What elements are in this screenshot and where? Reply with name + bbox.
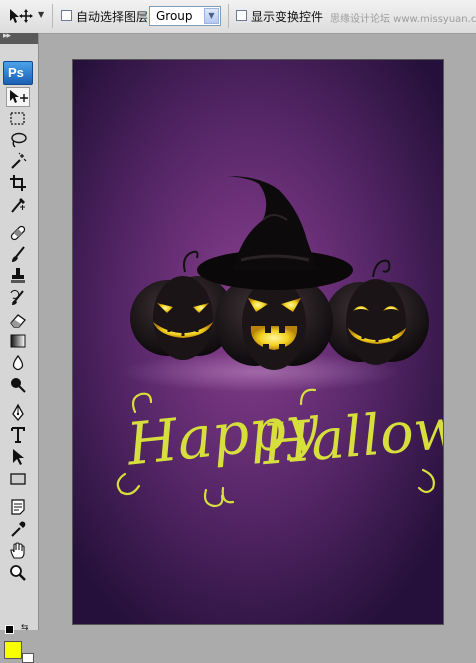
divider [52, 4, 53, 28]
gradient-tool[interactable] [8, 331, 28, 351]
magic-wand-icon [11, 152, 27, 169]
foreground-color-swatch[interactable] [4, 641, 22, 659]
photoshop-logo[interactable]: Ps [3, 61, 33, 85]
eraser-icon [10, 314, 26, 328]
toolbox-header[interactable]: ▸▸ [0, 31, 38, 44]
hand-tool-icon [10, 542, 25, 559]
eyedropper-slice-icon [11, 198, 25, 213]
history-brush-tool[interactable] [8, 288, 28, 308]
watermark-text: 思缘设计论坛 www.missyuan.com [330, 14, 476, 25]
pen-tool-icon [12, 403, 24, 422]
eraser-tool[interactable] [8, 310, 28, 330]
rectangle-tool[interactable] [8, 469, 28, 489]
blur-tool-icon [12, 354, 24, 371]
zoom-tool[interactable] [8, 563, 28, 583]
document-canvas[interactable]: Happy Halloween [73, 60, 443, 624]
divider [228, 4, 229, 28]
type-tool-icon [11, 427, 25, 443]
notes-tool-icon [11, 499, 25, 515]
brush-tool-icon [12, 246, 25, 262]
marquee-tool[interactable] [8, 109, 28, 129]
slice-tool[interactable] [8, 195, 28, 215]
lasso-tool-icon [11, 132, 27, 148]
history-brush-icon [10, 289, 24, 305]
blur-tool[interactable] [8, 353, 28, 373]
auto-select-checkbox[interactable] [61, 10, 72, 21]
dodge-tool[interactable] [8, 375, 28, 395]
swap-colors-icon[interactable]: ⇆ [21, 623, 29, 633]
tool-preset-picker[interactable]: ▼ [4, 6, 46, 26]
lasso-tool[interactable] [8, 130, 28, 150]
auto-select-label: 自动选择图层 [76, 10, 149, 24]
hand-tool[interactable] [8, 541, 28, 561]
show-transform-checkbox[interactable] [236, 10, 247, 21]
zoom-tool-icon [10, 565, 26, 581]
healing-brush-tool[interactable] [8, 223, 28, 243]
crop-tool-icon [10, 175, 26, 191]
clone-stamp-tool[interactable] [8, 266, 28, 286]
halloween-artwork: Happy Halloween [73, 60, 443, 624]
chevron-down-icon: ▼ [38, 10, 45, 19]
marquee-tool-icon [10, 112, 25, 125]
background-color-swatch[interactable] [22, 653, 34, 663]
options-bar: ▼ 自动选择图层 Group ▼ 显示变换控件 思缘设计论坛 www.missy… [0, 0, 476, 34]
collapse-icon: ▸▸ [3, 31, 11, 41]
chevron-down-icon: ▼ [204, 8, 219, 24]
eyedropper-tool[interactable] [8, 519, 28, 539]
move-tool[interactable] [6, 87, 30, 107]
auto-select-value: Group [156, 9, 193, 23]
rectangle-shape-icon [10, 473, 26, 485]
brush-tool[interactable] [8, 245, 28, 265]
auto-select-dropdown[interactable]: Group ▼ [149, 6, 221, 26]
crop-tool[interactable] [8, 173, 28, 193]
type-tool[interactable] [8, 425, 28, 445]
show-transform-label: 显示变换控件 [251, 10, 324, 24]
path-selection-tool[interactable] [8, 447, 28, 467]
magic-wand-tool[interactable] [8, 151, 28, 171]
healing-brush-icon [10, 225, 26, 241]
gradient-tool-icon [10, 334, 26, 348]
notes-tool[interactable] [8, 497, 28, 517]
pen-tool[interactable] [8, 403, 28, 423]
clone-stamp-icon [11, 268, 25, 283]
toolbox: ▸▸ Ps ⇆ [0, 31, 39, 663]
move-tool-icon [10, 90, 28, 103]
center-pumpkin [215, 278, 333, 370]
logo-text: Ps [8, 65, 24, 80]
dodge-tool-icon [11, 378, 26, 393]
move-tool-icon [10, 9, 33, 23]
eyedropper-icon [11, 521, 26, 537]
path-selection-icon [13, 449, 24, 465]
